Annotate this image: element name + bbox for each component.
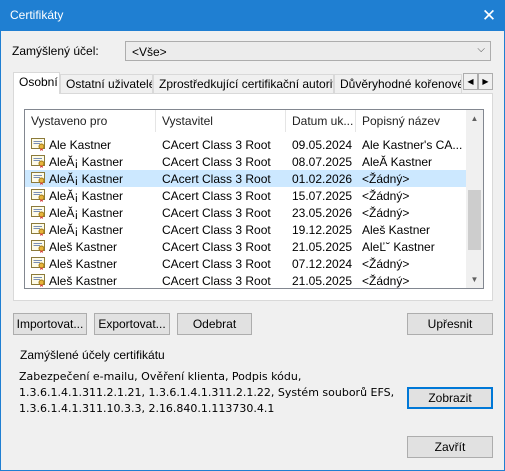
purposes-group-title: Zamýšlené účely certifikátu [20, 348, 165, 362]
cell-expires: 01.02.2026 [292, 172, 353, 186]
cell-issuer: CAcert Class 3 Root [162, 189, 271, 203]
cell-issuer: CAcert Class 3 Root [162, 274, 271, 288]
cell-issuer: CAcert Class 3 Root [162, 257, 271, 271]
remove-button[interactable]: Odebrat [177, 313, 252, 335]
cell-issuer: CAcert Class 3 Root [162, 138, 271, 152]
cell-friendly: Ale Kastner's CA... [362, 138, 462, 152]
cell-friendly: Aleš Kastner [362, 223, 431, 237]
cell-issuer: CAcert Class 3 Root [162, 240, 271, 254]
cell-issuer: CAcert Class 3 Root [162, 206, 271, 220]
cell-expires: 23.05.2026 [292, 206, 353, 220]
table-row[interactable]: Aleš Kastner CAcert Class 3 Root 21.05.202… [25, 272, 468, 288]
cell-friendly: <Žádný> [362, 206, 410, 220]
cell-expires: 19.12.2025 [292, 223, 353, 237]
table-row[interactable]: Aleš Kastner CAcert Class 3 Root 07.12.202… [25, 255, 468, 272]
cell-issued-to: Aleš Kastner [49, 240, 118, 254]
certificate-icon [31, 256, 46, 270]
column-header-issued-to[interactable]: Vystaveno pro [25, 110, 156, 132]
cell-expires: 21.05.2025 [292, 240, 353, 254]
tab-other-people[interactable]: Ostatní uživatelé [60, 74, 153, 93]
cell-friendly: <Žádný> [362, 257, 410, 271]
scrollbar-thumb[interactable] [468, 190, 481, 250]
cell-issued-to: AleĂ¡ Kastner [49, 223, 124, 237]
view-button[interactable]: Zobrazit [407, 387, 493, 409]
cell-friendly: <Žádný> [362, 189, 410, 203]
purpose-label: Zamýšlený účel: [12, 44, 99, 58]
certificates-dialog: Certifikáty ✕ Zamýšlený účel: <Vše> ⌵ Os… [0, 0, 505, 471]
certificate-icon [31, 205, 46, 219]
column-header-expiration[interactable]: Datum uk... [286, 110, 356, 132]
cell-issuer: CAcert Class 3 Root [162, 223, 271, 237]
cell-issued-to: Ale Kastner [49, 138, 112, 152]
cell-friendly: <Žádný> [362, 274, 410, 288]
tab-trusted-root-ca[interactable]: Důvěryhodné kořenové certifikační autori… [334, 74, 462, 93]
scroll-down-icon[interactable]: ▼ [466, 271, 483, 288]
certificate-icon [31, 188, 46, 202]
certificate-list[interactable]: Vystaveno pro Vystavitel Datum uk... Pop… [24, 109, 484, 289]
table-row[interactable]: AleĂ¡ Kastner CAcert Class 3 Root 08.07.20… [25, 153, 468, 170]
tab-intermediate-ca[interactable]: Zprostředkující certifikační autority [153, 74, 334, 93]
tab-scroll-right-icon[interactable]: ▶ [478, 73, 493, 90]
cell-expires: 08.07.2025 [292, 155, 353, 169]
vertical-scrollbar[interactable]: ▲ ▼ [466, 110, 483, 288]
certificate-icon [31, 137, 46, 151]
certificate-icon [31, 222, 46, 236]
cell-expires: 15.07.2025 [292, 189, 353, 203]
table-row[interactable]: AleĂ¡ Kastner CAcert Class 3 Root 01.02.20… [25, 170, 468, 187]
cell-friendly: AleĂ Kastner [362, 155, 433, 169]
certificate-icon [31, 239, 46, 253]
chevron-down-icon: ⌵ [477, 44, 485, 55]
table-row[interactable]: AleĂ¡ Kastner CAcert Class 3 Root 23.05.20… [25, 204, 468, 221]
certificate-icon [31, 273, 46, 287]
table-row[interactable]: AleĂ¡ Kastner CAcert Class 3 Root 15.07.20… [25, 187, 468, 204]
column-header-issuer[interactable]: Vystavitel [156, 110, 286, 132]
table-row[interactable]: Ale Kastner CAcert Class 3 Root 09.05.2024… [25, 136, 468, 153]
column-header-friendly-name[interactable]: Popisný název [356, 110, 468, 132]
window-title: Certifikáty [10, 8, 64, 22]
table-row[interactable]: AleĂ¡ Kastner CAcert Class 3 Root 19.12.20… [25, 221, 468, 238]
cell-friendly: AleĽ˘ Kastner [362, 240, 435, 254]
tab-strip: Osobní Ostatní uživatelé Zprostředkující… [13, 72, 493, 94]
cell-expires: 07.12.2024 [292, 257, 353, 271]
cell-issued-to: Aleš Kastner [49, 257, 118, 271]
certificate-icon [31, 154, 46, 168]
scroll-up-icon[interactable]: ▲ [466, 110, 483, 127]
close-icon[interactable]: ✕ [474, 1, 504, 31]
cell-issuer: CAcert Class 3 Root [162, 155, 271, 169]
cell-issued-to: AleĂ¡ Kastner [49, 155, 124, 169]
cell-issued-to: Aleš Kastner [49, 274, 118, 288]
cell-issued-to: AleĂ¡ Kastner [49, 189, 124, 203]
tab-scroll-left-icon[interactable]: ◀ [463, 73, 478, 90]
cell-issuer: CAcert Class 3 Root [162, 172, 271, 186]
tab-personal[interactable]: Osobní [13, 72, 60, 94]
close-button[interactable]: Zavřít [407, 436, 493, 458]
certificate-icon [31, 171, 46, 185]
cell-issued-to: AleĂ¡ Kastner [49, 172, 124, 186]
purpose-value: <Vše> [132, 45, 167, 59]
cell-friendly: <Žádný> [362, 172, 410, 186]
advanced-button[interactable]: Upřesnit [407, 313, 493, 335]
table-row[interactable]: Aleš Kastner CAcert Class 3 Root 21.05.202… [25, 238, 468, 255]
import-button[interactable]: Importovat... [13, 313, 87, 335]
export-button[interactable]: Exportovat... [94, 313, 170, 335]
purpose-dropdown[interactable]: <Vše> ⌵ [125, 41, 491, 61]
cell-expires: 09.05.2024 [292, 138, 353, 152]
cell-issued-to: AleĂ¡ Kastner [49, 206, 124, 220]
title-bar: Certifikáty ✕ [1, 1, 504, 31]
purposes-text: Zabezpečení e-mailu, Ověření klienta, Po… [19, 370, 395, 415]
cell-expires: 21.05.2025 [292, 274, 353, 288]
